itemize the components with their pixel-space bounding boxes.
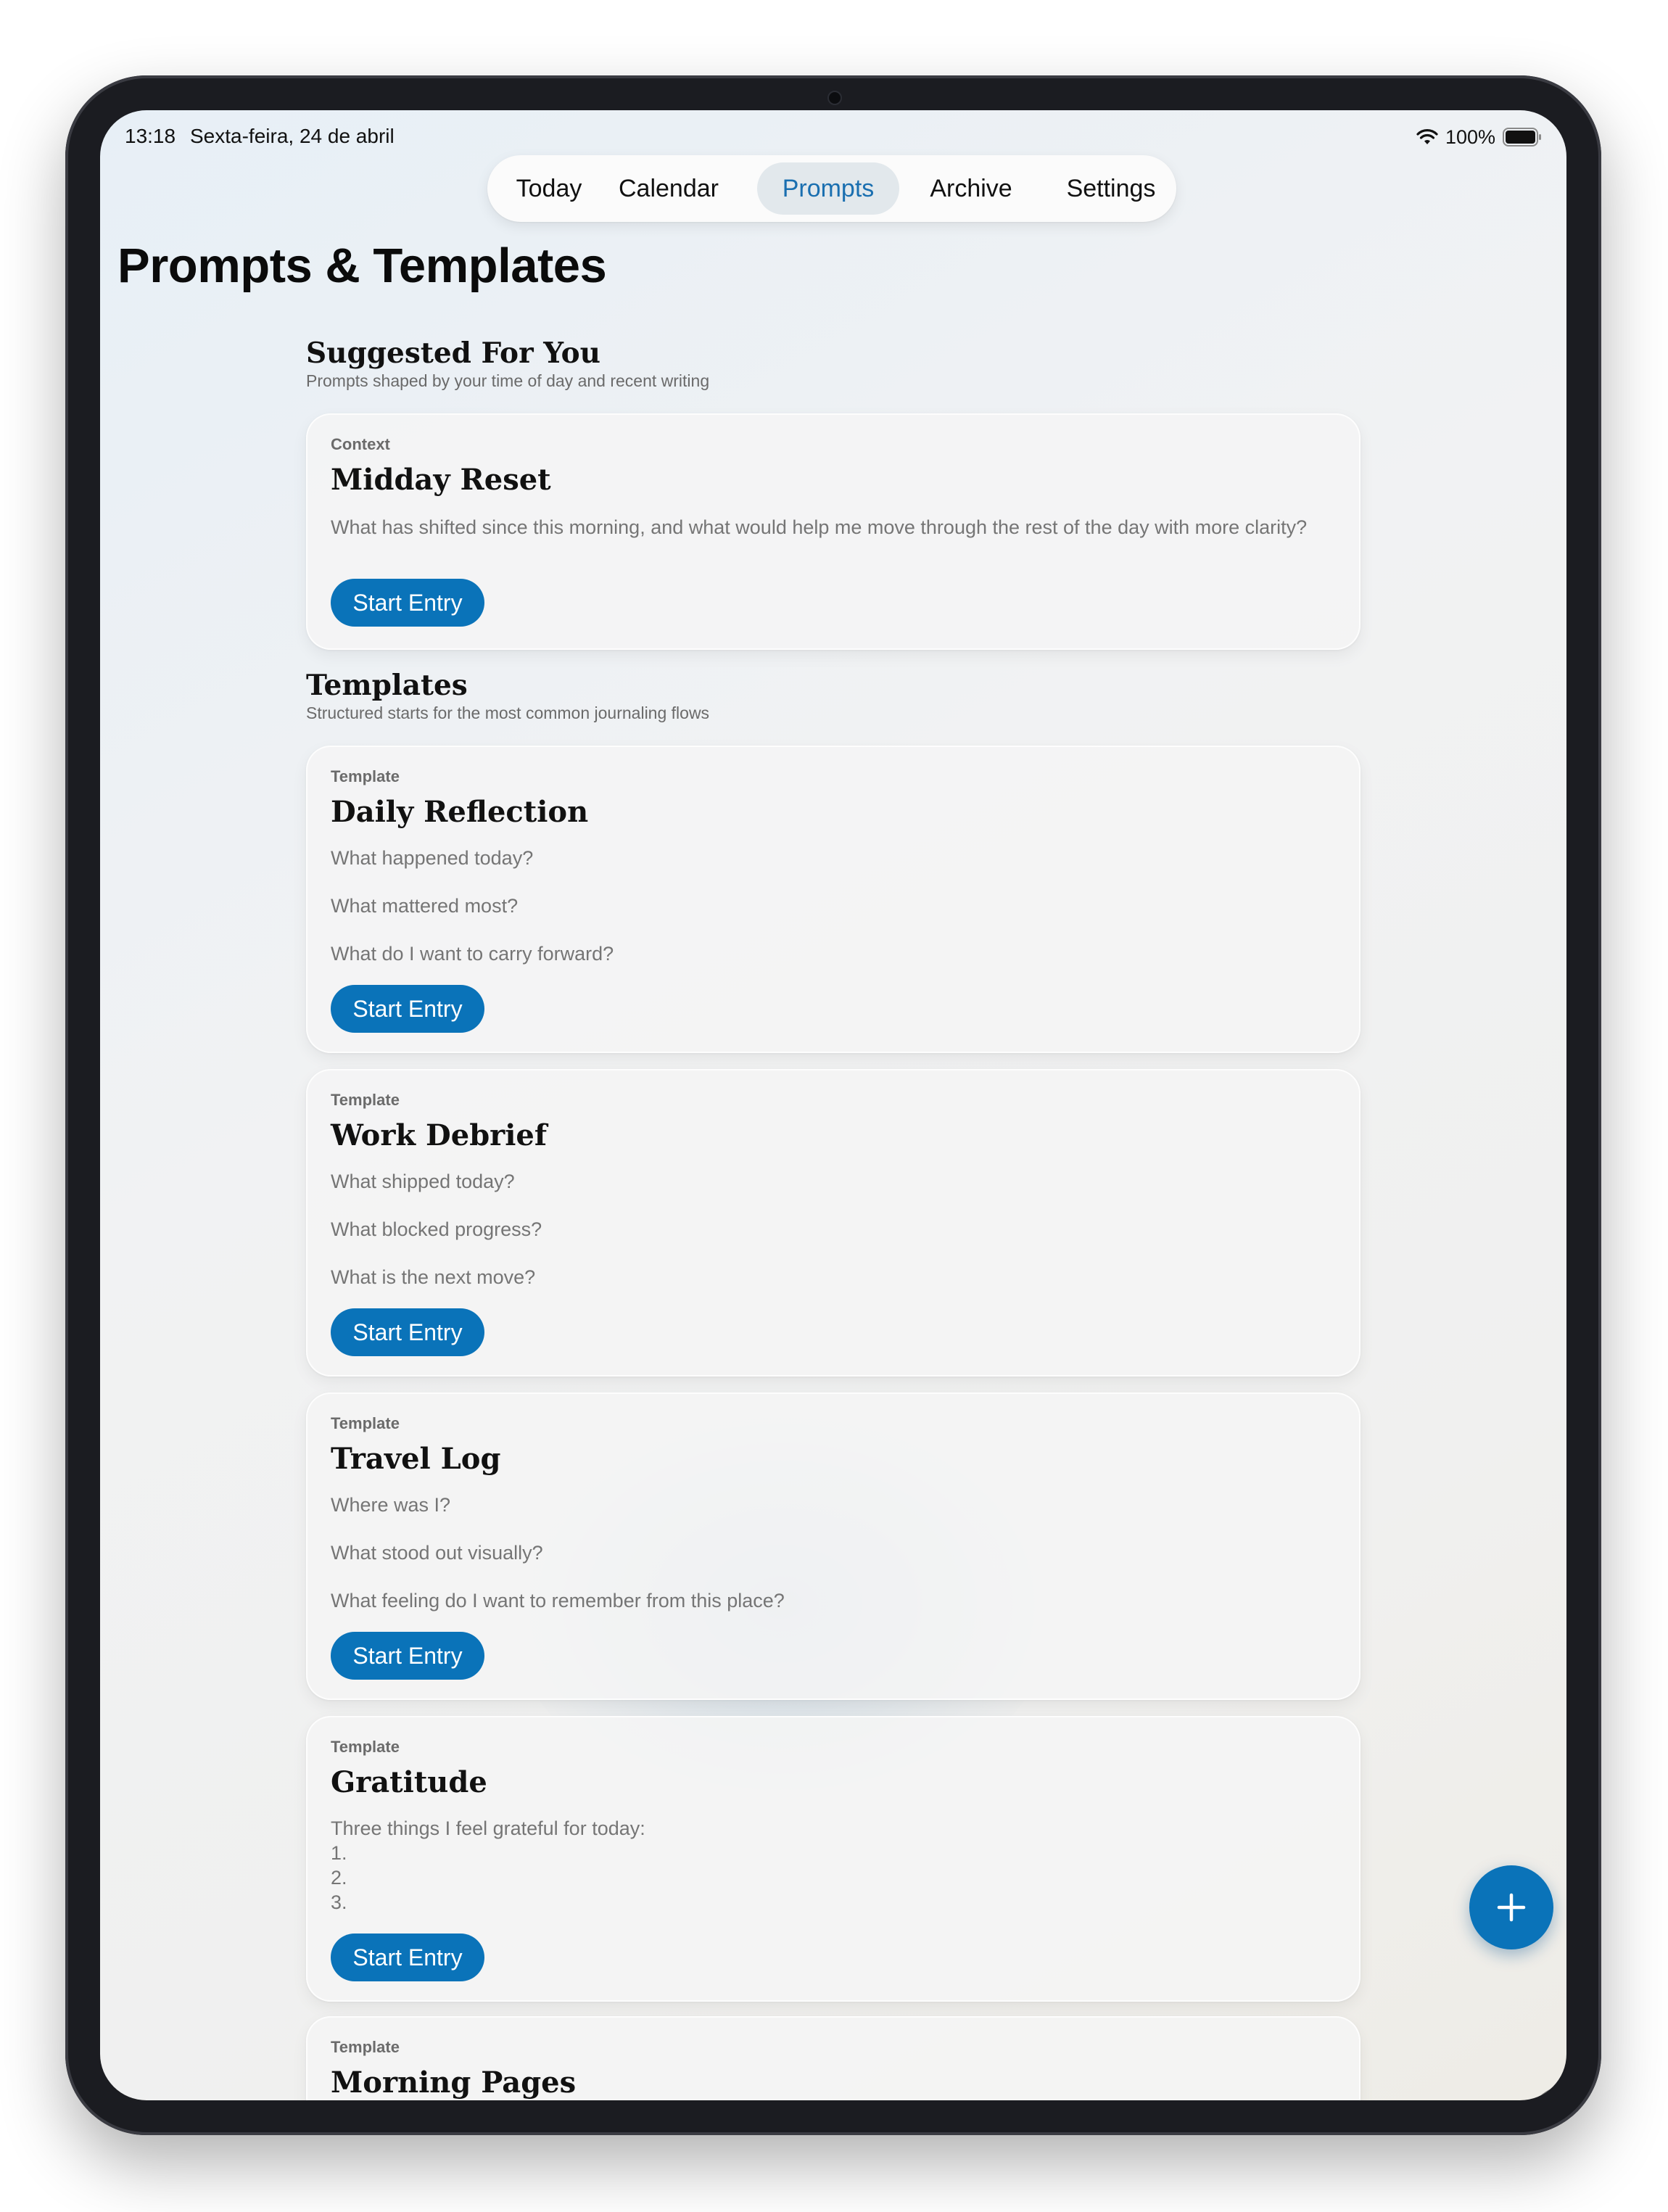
card-kicker: Template: [331, 767, 400, 785]
start-entry-button[interactable]: Start Entry: [331, 985, 484, 1033]
template-prompt-line: Three things I feel grateful for today:: [331, 1817, 645, 1839]
tablet-frame: 13:18 Sexta-feira, 24 de abril 100% Toda…: [65, 75, 1601, 2135]
front-camera: [827, 91, 842, 105]
status-date: Sexta-feira, 24 de abril: [190, 125, 395, 147]
card-title: Work Debrief: [331, 1118, 548, 1152]
template-card-gratitude[interactable]: Template Gratitude Three things I feel g…: [306, 1716, 1361, 2002]
screen: 13:18 Sexta-feira, 24 de abril 100% Toda…: [100, 110, 1566, 2100]
battery-percentage: 100%: [1445, 125, 1495, 148]
suggested-section-subtitle: Prompts shaped by your time of day and r…: [306, 371, 710, 390]
start-entry-button[interactable]: Start Entry: [331, 579, 484, 627]
card-title: Midday Reset: [331, 463, 551, 497]
templates-section-subtitle: Structured starts for the most common jo…: [306, 703, 710, 722]
suggested-section-title: Suggested For You: [306, 337, 601, 370]
template-card-daily-reflection[interactable]: Template Daily Reflection What happened …: [306, 746, 1361, 1053]
card-kicker: Template: [331, 1091, 400, 1109]
tab-prompts[interactable]: Prompts: [757, 162, 899, 215]
template-card-morning-pages[interactable]: Template Morning Pages: [306, 2016, 1361, 2100]
template-question: What happened today?: [331, 847, 534, 869]
template-question: What feeling do I want to remember from …: [331, 1590, 785, 1611]
card-title: Gratitude: [331, 1765, 487, 1799]
tab-today[interactable]: Today: [502, 162, 596, 215]
template-question: What is the next move?: [331, 1266, 536, 1288]
template-card-travel-log[interactable]: Template Travel Log Where was I? What st…: [306, 1392, 1361, 1700]
template-list-item: 1.: [331, 1842, 347, 1864]
card-kicker: Template: [331, 1414, 400, 1432]
card-title: Daily Reflection: [331, 795, 589, 829]
card-kicker: Template: [331, 2038, 400, 2056]
template-list-item: 3.: [331, 1891, 347, 1913]
plus-icon: [1497, 1893, 1526, 1922]
card-title: Travel Log: [331, 1442, 501, 1476]
start-entry-button[interactable]: Start Entry: [331, 1308, 484, 1356]
suggested-prompt-card: Context Midday Reset What has shifted si…: [306, 413, 1361, 650]
template-question: What shipped today?: [331, 1171, 515, 1192]
tab-calendar[interactable]: Calendar: [605, 162, 732, 215]
page-title: Prompts & Templates: [117, 239, 607, 293]
status-time: 13:18: [125, 125, 176, 147]
template-question: What blocked progress?: [331, 1218, 542, 1240]
tab-settings[interactable]: Settings: [1053, 162, 1169, 215]
template-question: What do I want to carry forward?: [331, 943, 614, 965]
top-navigation: Today Calendar Prompts Archive Settings: [487, 155, 1176, 222]
card-kicker: Context: [331, 435, 390, 453]
status-indicators: 100%: [1416, 125, 1542, 149]
battery-icon: [1503, 128, 1541, 146]
new-entry-fab[interactable]: [1469, 1865, 1553, 1949]
templates-section-title: Templates: [306, 669, 468, 702]
wifi-icon: [1416, 129, 1438, 144]
template-question: What stood out visually?: [331, 1542, 543, 1564]
card-kicker: Template: [331, 1738, 400, 1756]
start-entry-button[interactable]: Start Entry: [331, 1632, 484, 1680]
tab-archive[interactable]: Archive: [912, 162, 1030, 215]
card-prompt-text: What has shifted since this morning, and…: [331, 516, 1308, 538]
card-title: Morning Pages: [331, 2066, 577, 2100]
template-list-item: 2.: [331, 1867, 347, 1889]
corner-resize-handle[interactable]: [1535, 2076, 1564, 2100]
template-question: What mattered most?: [331, 895, 519, 917]
template-card-work-debrief[interactable]: Template Work Debrief What shipped today…: [306, 1069, 1361, 1377]
template-question: Where was I?: [331, 1494, 451, 1516]
start-entry-button[interactable]: Start Entry: [331, 1934, 484, 1981]
